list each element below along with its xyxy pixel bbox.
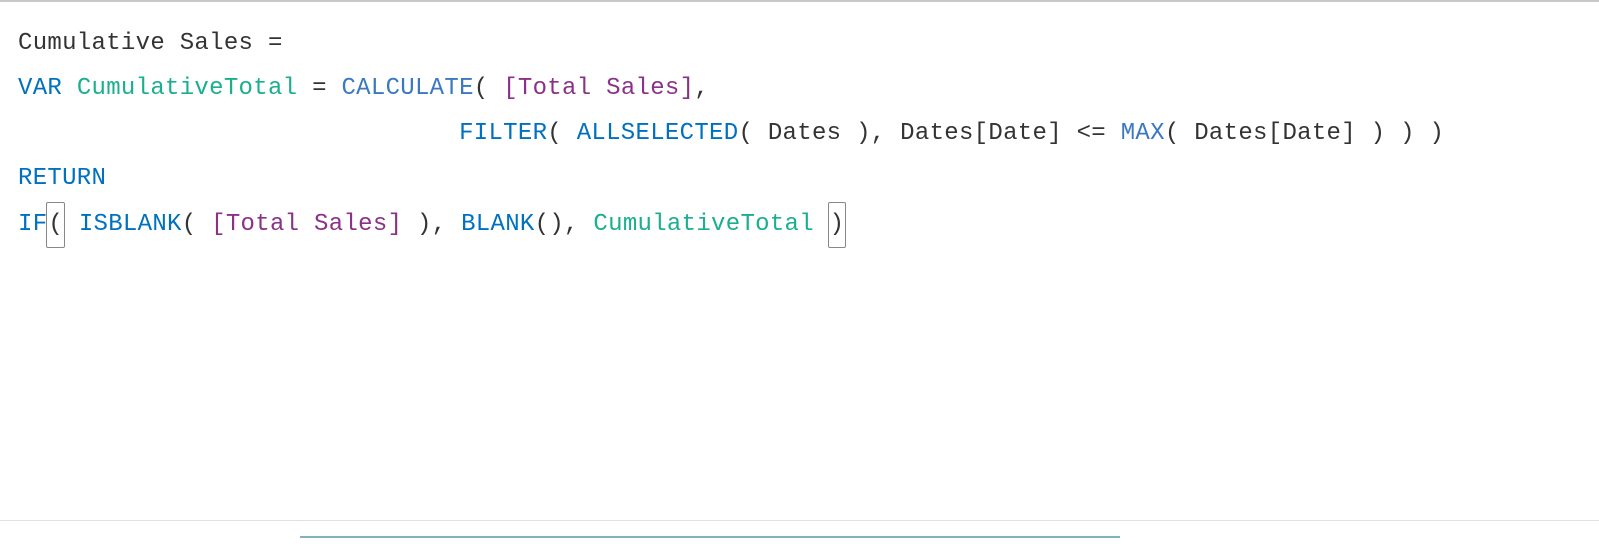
var-name: CumulativeTotal [77, 75, 298, 102]
editor-bottom-bar [0, 520, 1599, 544]
var-ref: CumulativeTotal [593, 211, 814, 238]
code-line-4: RETURN [18, 157, 1581, 202]
max-fn: MAX [1121, 120, 1165, 147]
eq-sign: = [253, 30, 282, 57]
isblank-fn: ISBLANK [79, 211, 182, 238]
measure-ref: [Total Sales] [211, 211, 402, 238]
scroll-indicator [300, 530, 1120, 538]
column-ref: Dates[Date] [900, 120, 1062, 147]
dax-formula-editor[interactable]: Cumulative Sales = VAR CumulativeTotal =… [0, 0, 1599, 544]
code-line-2: VAR CumulativeTotal = CALCULATE( [Total … [18, 67, 1581, 112]
var-keyword: VAR [18, 75, 62, 102]
code-line-5: IF( ISBLANK( [Total Sales] ), BLANK(), C… [18, 202, 1581, 249]
calculate-fn: CALCULATE [341, 75, 473, 102]
filter-fn: FILTER [459, 120, 547, 147]
measure-name: Cumulative Sales [18, 30, 253, 57]
code-line-1: Cumulative Sales = [18, 22, 1581, 67]
blank-fn: BLANK [461, 211, 535, 238]
table-ref: Dates [768, 120, 842, 147]
measure-ref: [Total Sales] [503, 75, 694, 102]
code-line-3: FILTER( ALLSELECTED( Dates ), Dates[Date… [18, 112, 1581, 157]
if-fn: IF [18, 211, 47, 238]
return-keyword: RETURN [18, 165, 106, 192]
bracket-match-open: ( [46, 202, 65, 249]
column-ref: Dates[Date] [1194, 120, 1356, 147]
bracket-match-close: ) [828, 202, 847, 249]
allselected-fn: ALLSELECTED [577, 120, 739, 147]
